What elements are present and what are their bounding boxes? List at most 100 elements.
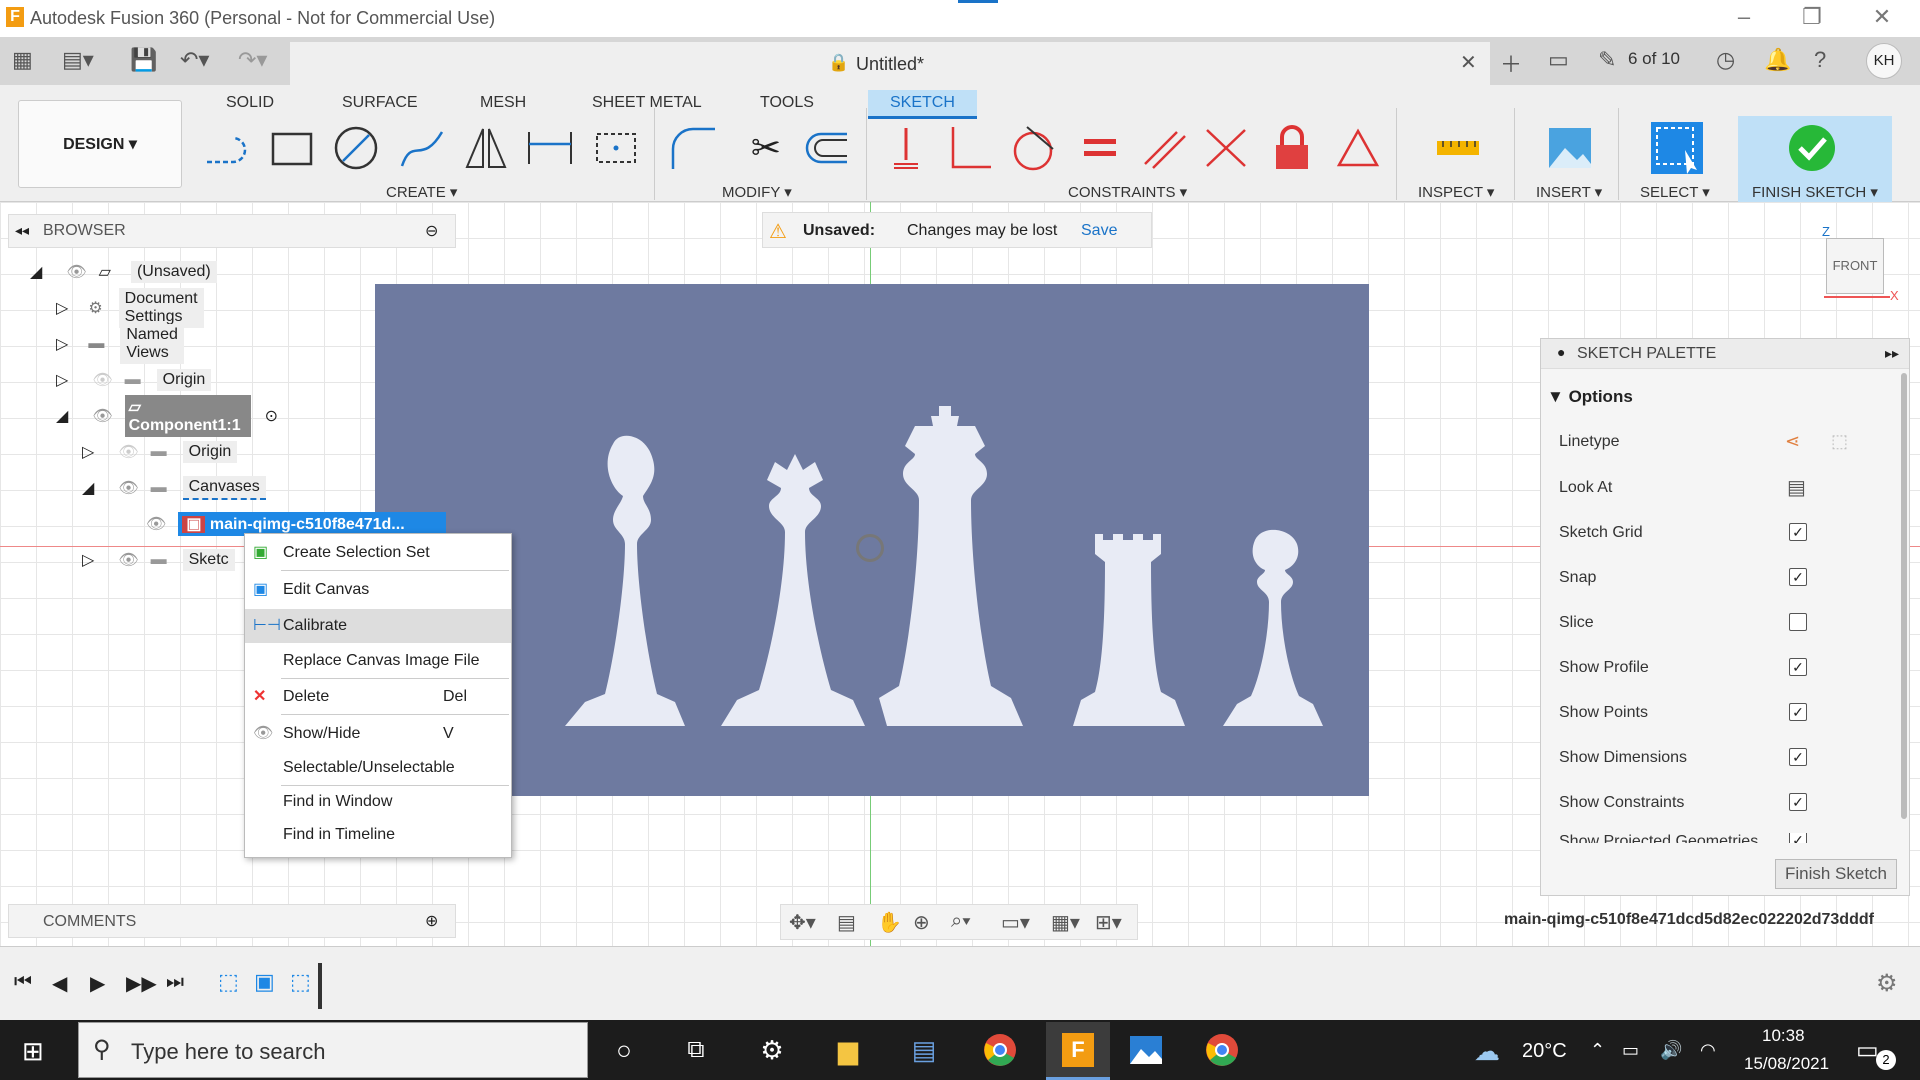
volume-icon[interactable]: 🔊 [1660,1040,1682,1061]
tangent-constraint-icon[interactable] [1006,122,1058,174]
data-panel-grid-icon[interactable]: ▦ [12,47,33,73]
spline-tool-icon[interactable] [396,122,448,174]
tab-solid[interactable]: SOLID [212,90,288,116]
user-avatar[interactable]: KH [1866,43,1902,79]
add-comment-icon[interactable]: ⊕ [425,911,438,931]
tree-item-canvases[interactable]: ◢ 👁 ▬ Canvases [82,474,266,502]
viewcube-face[interactable]: FRONT [1826,238,1884,294]
triangle-constraint-icon[interactable] [1332,122,1384,174]
undo-icon[interactable]: ↶▾ [180,47,209,73]
fit-icon[interactable]: ⌕▾ [951,910,971,933]
clock-time[interactable]: 10:38 [1762,1026,1805,1046]
show-constraints-checkbox[interactable]: ✓ [1789,793,1807,811]
equal-constraint-icon[interactable] [1074,122,1126,174]
visibility-eye-icon[interactable]: 👁 [92,406,112,426]
select-tool-icon[interactable] [1648,122,1706,174]
collapse-triangle-icon[interactable]: ◢ [30,262,42,282]
browser-minus-icon[interactable]: ⊖ [425,221,438,241]
job-status-icon[interactable]: ◷ [1716,47,1735,73]
trim-scissors-icon[interactable]: ✂ [740,122,792,174]
comment-icon[interactable]: ▭ [1548,47,1569,73]
collapse-triangle-icon[interactable]: ◢ [82,478,94,498]
browser-header[interactable]: ◂◂ BROWSER ⊖ [8,214,456,248]
photos-icon[interactable] [1124,1030,1168,1070]
project-tool-icon[interactable] [590,122,642,174]
weather-cloud-icon[interactable]: ☁ [1474,1036,1500,1067]
menu-item-selectable[interactable]: Selectable/Unselectable [245,751,511,785]
timeline-canvas-icon[interactable]: ▣ [254,969,275,995]
minimize-button[interactable]: – [1724,4,1764,30]
tree-item-component[interactable]: ◢ 👁 ▱ Component1:1 ⊙ [56,395,278,437]
restore-button[interactable]: ❐ [1792,4,1832,30]
mirror-tool-icon[interactable] [460,122,512,174]
hidden-eye-icon[interactable]: 👁 [92,370,112,390]
measure-ruler-icon[interactable] [1432,122,1484,174]
tree-item-origin[interactable]: ▷ 👁 ▬ Origin [56,366,212,394]
settings-gear-icon[interactable]: ⚙ [750,1030,794,1070]
show-profile-checkbox[interactable]: ✓ [1789,658,1807,676]
expand-triangle-icon[interactable]: ▷ [82,550,94,570]
finish-sketch-button[interactable]: Finish Sketch [1775,859,1897,889]
wifi-icon[interactable]: ◠ [1700,1040,1716,1061]
insert-menu[interactable]: INSERT ▾ [1536,183,1602,201]
redo-icon[interactable]: ↷▾ [238,47,267,73]
look-at-view-icon[interactable]: ▤ [837,910,856,935]
pan-hand-icon[interactable]: ✋ [877,910,902,935]
collapse-browser-icon[interactable]: ◂◂ [15,222,29,239]
show-points-checkbox[interactable]: ✓ [1789,703,1807,721]
look-at-icon[interactable]: ▤ [1787,475,1806,500]
options-section[interactable]: ▼ Options [1547,387,1633,407]
finish-checkmark-icon[interactable] [1786,122,1838,174]
intersect-constraint-icon[interactable] [1200,122,1252,174]
menu-item-calibrate[interactable]: ⊢⊣ Calibrate [245,609,511,643]
show-projected-checkbox[interactable]: ✓ [1789,833,1807,843]
tab-mesh[interactable]: MESH [466,90,540,116]
timeline-settings-gear-icon[interactable]: ⚙ [1876,969,1898,998]
visibility-eye-icon[interactable]: 👁 [118,550,138,570]
line-tool-icon[interactable] [202,122,254,174]
dimension-tool-icon[interactable] [524,122,576,174]
sketch-grid-checkbox[interactable]: ✓ [1789,523,1807,541]
temperature[interactable]: 20°C [1522,1040,1567,1063]
orbit-icon[interactable]: ✥▾ [789,910,816,935]
construction-linetype-icon[interactable]: ⋖ [1785,431,1800,452]
visibility-eye-icon[interactable]: 👁 [66,262,86,282]
fusion-taskbar-icon[interactable]: F [1056,1030,1100,1070]
menu-item-find-in-window[interactable]: Find in Window [245,785,511,819]
menu-item-create-selection-set[interactable]: ▣ Create Selection Set [245,536,511,570]
menu-item-find-in-timeline[interactable]: Find in Timeline [245,818,511,852]
menu-item-edit-canvas[interactable]: ▣ Edit Canvas [245,573,511,607]
tab-sheet-metal[interactable]: SHEET METAL [578,90,716,116]
modify-menu[interactable]: MODIFY ▾ [722,183,792,201]
notifications-icon[interactable]: 🔔 [1764,47,1791,73]
show-dimensions-checkbox[interactable]: ✓ [1789,748,1807,766]
coincident-constraint-icon[interactable] [880,122,932,174]
tree-item-sketches[interactable]: ▷ 👁 ▬ Sketc [82,546,235,574]
viewports-icon[interactable]: ⊞▾ [1095,910,1122,935]
timeline-sketch-icon[interactable]: ⬚ [218,969,239,995]
palette-scrollbar[interactable] [1901,373,1907,819]
inspect-menu[interactable]: INSPECT ▾ [1418,183,1494,201]
insert-image-icon[interactable] [1544,122,1596,174]
windows-start-icon[interactable]: ⊞ [22,1036,44,1067]
workspace-switcher[interactable]: DESIGN ▾ [18,100,182,188]
fillet-tool-icon[interactable] [668,122,720,174]
go-to-start-icon[interactable]: ⏮ [14,971,32,994]
tree-item-document-settings[interactable]: ▷ ⚙ Document Settings [56,288,204,328]
menu-item-delete[interactable]: ✕ Delete Del [245,680,511,714]
menu-item-show-hide[interactable]: 👁 Show/Hide V [245,717,511,751]
rectangle-tool-icon[interactable] [266,122,318,174]
origin-marker-icon[interactable] [856,534,884,562]
offset-tool-icon[interactable] [800,122,852,174]
constraints-menu[interactable]: CONSTRAINTS ▾ [1068,183,1187,201]
tab-sketch[interactable]: SKETCH [868,90,977,119]
comments-panel[interactable]: COMMENTS ⊕ [8,904,456,938]
timeline-sketch-icon-2[interactable]: ⬚ [290,969,311,995]
new-tab-icon[interactable]: ＋ [1500,47,1522,79]
viewcube[interactable]: Z FRONT X [1820,224,1900,304]
version-icon[interactable]: ✎ [1598,47,1616,73]
centerline-linetype-icon[interactable]: ⬚ [1831,431,1848,452]
visibility-eye-icon[interactable]: 👁 [118,478,138,498]
document-tab[interactable]: 🔒 Untitled* ✕ [290,42,1490,85]
winrar-icon[interactable]: ▤ [902,1030,946,1070]
